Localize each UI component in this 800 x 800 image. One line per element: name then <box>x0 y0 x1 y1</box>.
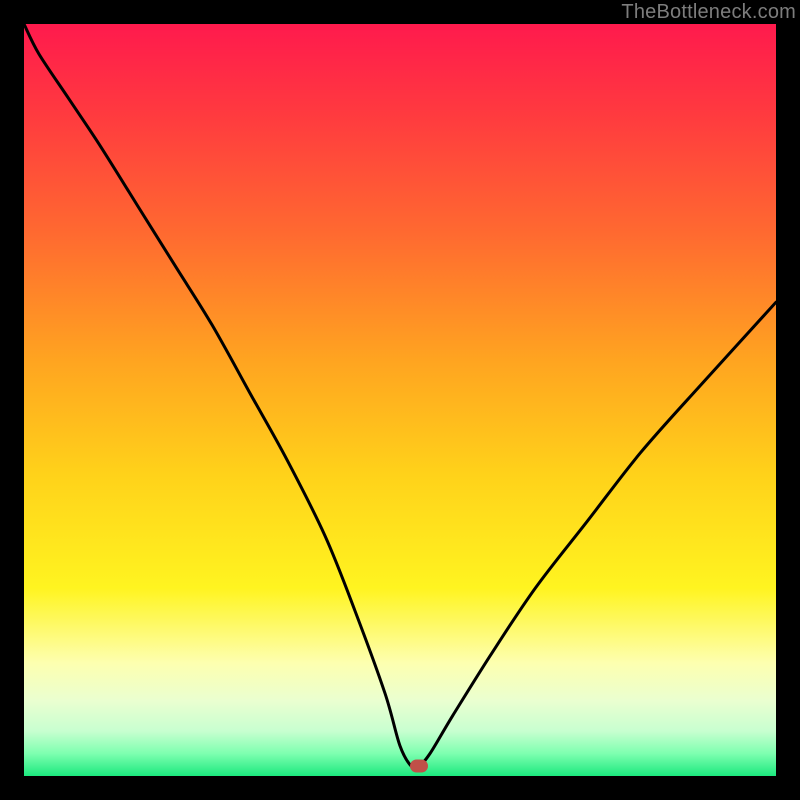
optimal-point-marker <box>410 760 428 773</box>
chart-frame: TheBottleneck.com <box>0 0 800 800</box>
bottleneck-curve-svg <box>24 24 776 776</box>
watermark-text: TheBottleneck.com <box>621 1 796 24</box>
bottleneck-curve-path <box>24 24 776 768</box>
plot-area <box>24 24 776 776</box>
